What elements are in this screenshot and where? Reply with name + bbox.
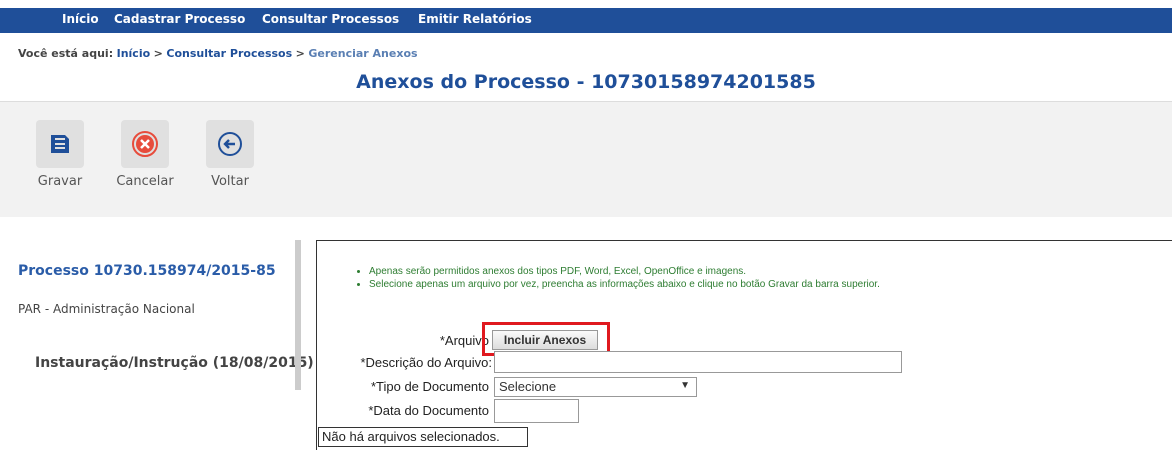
nav-item-consultar-processos[interactable]: Consultar Processos [262,12,399,26]
breadcrumb-current: Gerenciar Anexos [308,47,418,60]
breadcrumb-link-consultar-processos[interactable]: Consultar Processos [166,47,292,60]
top-strip [0,0,1172,8]
breadcrumb-separator: > [295,47,305,60]
breadcrumb-link-inicio[interactable]: Início [117,47,151,60]
instruction-item: Apenas serão permitidos anexos dos tipos… [369,266,880,277]
cancel-button-label: Cancelar [116,174,174,189]
action-toolbar: Gravar Cancelar Voltar [0,102,1172,217]
nav-item-cadastrar-processo[interactable]: Cadastrar Processo [114,12,245,26]
process-subtitle: PAR - Administração Nacional [18,302,195,316]
include-attachments-button[interactable]: Incluir Anexos [492,330,598,350]
breadcrumb: Você está aqui: Início > Consultar Proce… [18,47,418,60]
file-selection-status: Não há arquivos selecionados. [318,427,528,447]
instructions-list: Apenas serão permitidos anexos dos tipos… [355,266,880,292]
doc-type-label: *Tipo de Documento [370,379,489,394]
cancel-icon [121,120,169,168]
save-icon [36,120,84,168]
dropdown-arrow-icon: ▼ [680,380,690,391]
back-button[interactable]: Voltar [195,120,265,189]
doc-date-label: *Data do Documento [368,403,489,418]
process-number-title: Processo 10730.158974/2015-85 [18,263,276,279]
doc-type-select[interactable]: Selecione ▼ [494,377,697,397]
arrow-left-circle-icon [206,120,254,168]
nav-item-inicio[interactable]: Início [62,12,99,26]
save-button-label: Gravar [37,174,83,189]
doc-date-input[interactable] [494,399,579,423]
page-title: Anexos do Processo - 10730158974201585 [356,71,816,93]
description-input[interactable] [494,351,902,373]
process-phase[interactable]: Instauração/Instrução (18/08/2015) [35,355,314,371]
back-button-label: Voltar [211,174,249,189]
save-button[interactable]: Gravar [25,120,95,189]
description-label: *Descrição do Arquivo: [360,355,492,370]
sidebar-divider [295,240,301,390]
doc-type-selected-value: Selecione [499,379,557,394]
instruction-item: Selecione apenas um arquivo por vez, pre… [369,279,880,290]
nav-item-emitir-relatorios[interactable]: Emitir Relatórios [418,12,532,26]
main-navbar: Início Cadastrar Processo Consultar Proc… [0,8,1172,33]
breadcrumb-separator: > [153,47,163,60]
breadcrumb-prefix: Você está aqui: [18,47,114,60]
cancel-button[interactable]: Cancelar [110,120,180,189]
